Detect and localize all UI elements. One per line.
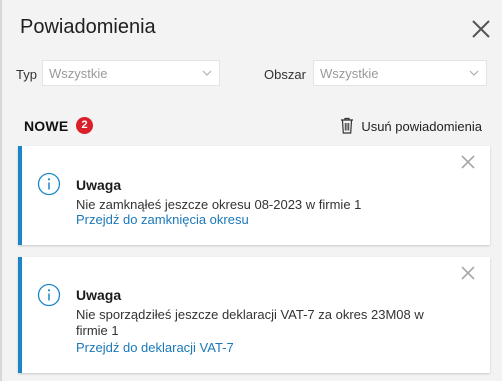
trash-icon	[341, 117, 354, 134]
area-filter-value: Wszystkie	[320, 66, 379, 81]
info-icon	[37, 283, 61, 307]
chevron-down-icon	[202, 70, 212, 76]
notification-card: Uwaga Nie zamknąłeś jeszcze okresu 08-20…	[18, 146, 490, 245]
filters-bar: Typ Wszystkie Obszar Wszystkie	[2, 60, 502, 88]
info-icon	[37, 172, 61, 196]
notification-card: Uwaga Nie sporządziłeś jeszcze deklaracj…	[18, 257, 490, 373]
type-filter-label: Typ	[16, 67, 37, 82]
close-icon[interactable]	[460, 154, 476, 170]
delete-notifications-label: Usuń powiadomienia	[361, 119, 482, 134]
notification-link[interactable]: Przejdź do zamknięcia okresu	[76, 212, 249, 227]
type-filter-value: Wszystkie	[49, 66, 108, 81]
new-label: NOWE	[24, 118, 69, 134]
area-filter-label: Obszar	[264, 67, 306, 82]
close-icon	[472, 20, 490, 38]
notification-message: Nie sporządziłeś jeszcze deklaracji VAT-…	[76, 307, 424, 338]
chevron-down-icon	[469, 70, 479, 76]
notification-title: Uwaga	[76, 287, 122, 303]
delete-notifications-button[interactable]: Usuń powiadomienia	[340, 117, 482, 135]
notification-message: Nie zamknąłeś jeszcze okresu 08-2023 w f…	[76, 197, 362, 212]
notification-title: Uwaga	[76, 177, 122, 193]
close-icon[interactable]	[460, 265, 476, 281]
new-section-header: NOWE 2 Usuń powiadomienia	[2, 117, 502, 135]
close-panel-button[interactable]	[470, 18, 492, 40]
notification-link[interactable]: Przejdź do deklaracji VAT-7	[76, 340, 234, 355]
notifications-panel: Powiadomienia Typ Wszystkie Obszar Wszys…	[2, 0, 502, 381]
panel-title: Powiadomienia	[20, 16, 156, 38]
new-count-badge: 2	[76, 117, 93, 134]
type-filter-select[interactable]: Wszystkie	[42, 60, 220, 86]
area-filter-select[interactable]: Wszystkie	[313, 60, 487, 86]
